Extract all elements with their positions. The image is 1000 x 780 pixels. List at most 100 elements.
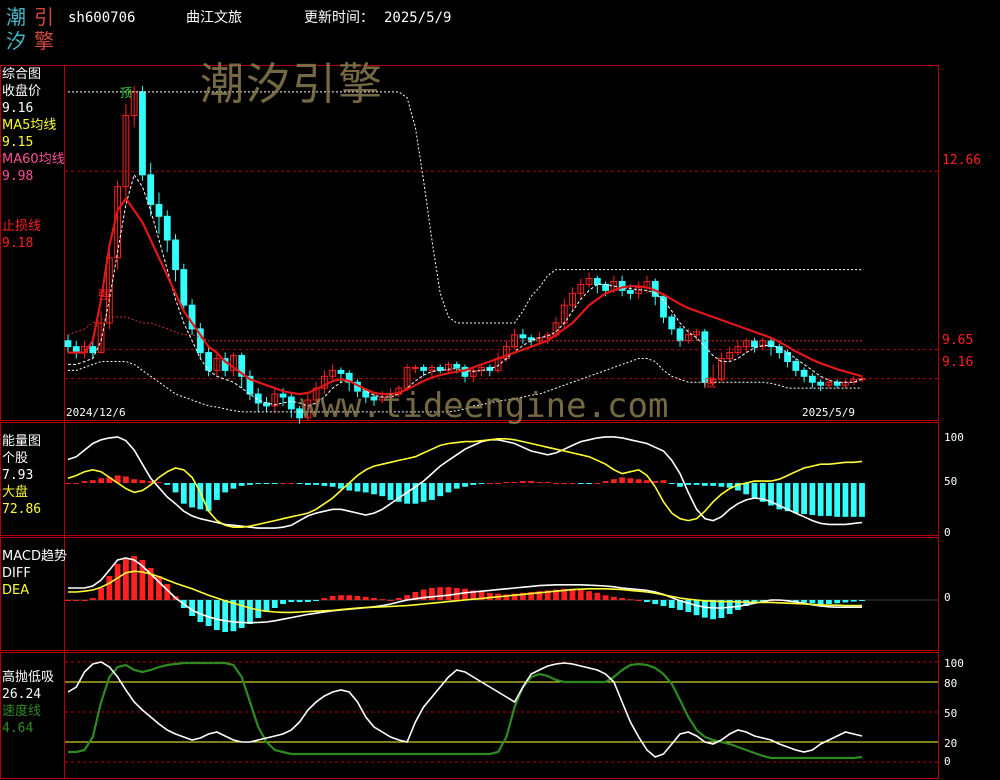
histogram-bar	[230, 483, 237, 489]
histogram-bar	[693, 483, 700, 485]
main-tick-1266: 12.66	[942, 153, 982, 168]
osc-tick-100: 100	[944, 657, 964, 670]
legend-close-value: 9.16	[2, 101, 34, 116]
histogram-bar	[123, 558, 129, 600]
energy-tick-50: 50	[944, 475, 958, 488]
histogram-bar	[222, 483, 229, 493]
histogram-bar	[338, 595, 344, 600]
candle-body	[519, 334, 527, 339]
histogram-bar	[131, 479, 138, 483]
histogram-bar	[205, 600, 212, 626]
histogram-bar	[809, 483, 816, 515]
histogram-bar	[710, 483, 717, 486]
histogram-bar	[371, 483, 377, 495]
candle-body	[668, 316, 676, 330]
histogram-bar	[172, 483, 179, 493]
histogram-bar	[635, 479, 642, 483]
histogram-bar	[164, 483, 171, 485]
histogram-bar	[313, 600, 320, 601]
histogram-bar	[197, 600, 204, 622]
histogram-bar	[644, 480, 650, 483]
energy-panel-title: 能量图	[2, 434, 42, 449]
histogram-bar	[834, 483, 841, 517]
histogram-bar	[296, 483, 303, 484]
legend-stoploss-value: 9.18	[2, 236, 34, 251]
histogram-bar	[486, 483, 493, 484]
histogram-bar	[652, 600, 659, 604]
stock-code: sh600706	[68, 10, 136, 26]
histogram-bar	[329, 596, 336, 600]
histogram-bar	[222, 600, 229, 632]
histogram-bar	[73, 483, 80, 484]
histogram-bar	[156, 482, 162, 484]
histogram-bar	[842, 600, 849, 603]
candle-body	[800, 369, 808, 377]
histogram-bar	[553, 483, 559, 484]
candle-body	[808, 375, 816, 383]
histogram-bar	[304, 483, 311, 485]
candle-body	[287, 396, 295, 410]
histogram-bar	[462, 483, 468, 487]
histogram-bar	[89, 598, 96, 600]
legend-stoploss-label: 止损线	[2, 219, 42, 234]
oscillator-line	[67, 661, 863, 758]
histogram-bar	[470, 483, 477, 485]
candle-body	[64, 340, 72, 348]
series-line-0	[67, 436, 863, 529]
histogram-bar	[321, 483, 328, 486]
osc-panel-title: 高抛低吸	[2, 670, 55, 685]
histogram-bar	[577, 589, 584, 600]
candle-body	[660, 295, 667, 318]
update-date: 2025/5/9	[384, 10, 452, 26]
histogram-bar	[453, 483, 460, 489]
histogram-bar	[65, 483, 71, 484]
watermark-cn: 潮汐引擎	[200, 59, 384, 110]
legend-ma60-label: MA60均线	[2, 152, 65, 167]
candle-body	[792, 360, 800, 371]
stock-name: 曲江文旅	[186, 10, 242, 26]
macd-chart	[65, 556, 865, 632]
energy-market-label: 大盘	[2, 485, 29, 500]
legend-ma60-value: 9.98	[2, 169, 34, 184]
histogram-bar	[213, 600, 220, 630]
histogram-bar	[817, 483, 824, 516]
histogram-bar	[503, 482, 510, 484]
speed-line	[68, 661, 863, 760]
histogram-bar	[304, 600, 311, 602]
histogram-bar	[354, 483, 361, 492]
osc-value: 26.24	[2, 687, 42, 702]
histogram-bar	[288, 483, 295, 484]
histogram-bar	[379, 599, 386, 601]
annotation-top: 顶	[120, 86, 133, 100]
energy-tick-100: 100	[944, 431, 964, 444]
histogram-bar	[73, 600, 80, 601]
histogram-bar	[420, 483, 427, 502]
oscillator-chart	[67, 661, 863, 760]
histogram-bar	[139, 480, 146, 483]
histogram-bar	[445, 587, 452, 600]
histogram-bar	[329, 483, 336, 487]
histogram-bar	[280, 483, 286, 484]
histogram-bar	[619, 477, 626, 483]
update-label: 更新时间：	[304, 10, 374, 26]
osc-tick-50: 50	[944, 707, 958, 720]
histogram-bar	[321, 598, 328, 600]
histogram-bar	[751, 483, 758, 499]
candle-body	[817, 381, 825, 386]
candle-body	[279, 393, 287, 398]
energy-stock-label: 个股	[2, 451, 29, 466]
candle-body	[420, 366, 428, 371]
histogram-bar	[313, 483, 320, 485]
histogram-bar	[495, 483, 501, 484]
histogram-bar	[826, 483, 832, 516]
candle-body	[411, 366, 419, 369]
histogram-bar	[271, 600, 278, 608]
energy-stock-value: 7.93	[2, 468, 34, 483]
histogram-bar	[255, 483, 262, 484]
histogram-bar	[644, 600, 650, 602]
histogram-bar	[544, 482, 551, 484]
histogram-bar	[106, 576, 113, 600]
histogram-bar	[668, 600, 675, 608]
histogram-bar	[850, 483, 857, 517]
histogram-bar	[817, 600, 824, 604]
